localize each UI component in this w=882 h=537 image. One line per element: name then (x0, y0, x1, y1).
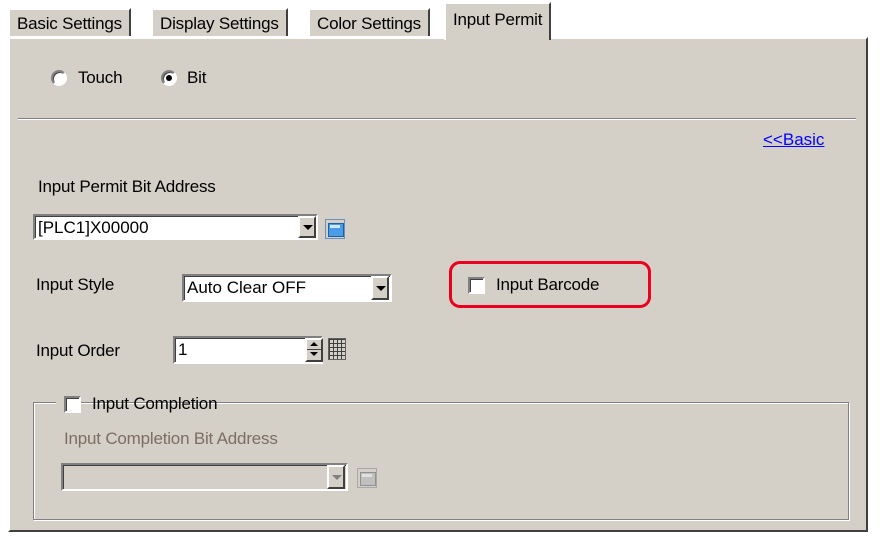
bit-radio-label: Bit (187, 68, 207, 87)
input-barcode-checkbox[interactable] (468, 277, 485, 294)
chevron-down-icon (376, 286, 386, 291)
input-order-spinner[interactable] (305, 338, 323, 362)
separator-highlight (18, 119, 856, 120)
touch-radio-label: Touch (78, 68, 123, 87)
completion-bit-address-label: Input Completion Bit Address (64, 429, 278, 448)
tab-display-settings[interactable]: Display Settings (151, 8, 288, 36)
radio-selected-dot (166, 75, 172, 81)
completion-bit-address-field (61, 463, 348, 491)
input-completion-legend: Input Completion (56, 392, 218, 416)
completion-address-keypad-icon (357, 468, 377, 488)
permit-bit-address-label: Input Permit Bit Address (38, 177, 216, 196)
input-completion-checkbox[interactable] (64, 396, 81, 413)
tab-color-settings[interactable]: Color Settings (308, 8, 430, 36)
permit-bit-address-dropdown[interactable] (298, 216, 316, 238)
basic-link[interactable]: <<Basic (763, 130, 824, 150)
spin-down-icon (310, 352, 318, 356)
touch-radio[interactable] (51, 70, 67, 86)
input-completion-group (33, 402, 849, 520)
tab-basic-settings[interactable]: Basic Settings (8, 8, 131, 36)
input-order-field[interactable]: 1 (173, 336, 323, 364)
chevron-down-icon (332, 475, 342, 480)
input-style-dropdown[interactable] (371, 276, 389, 300)
permit-bit-address-field[interactable]: [PLC1]X00000 (33, 214, 318, 240)
input-completion-label: Input Completion (92, 394, 218, 413)
tab-input-permit[interactable]: Input Permit (444, 2, 552, 40)
bit-radio[interactable] (161, 70, 177, 86)
input-style-select[interactable]: Auto Clear OFF (182, 274, 392, 302)
input-order-label: Input Order (36, 341, 120, 360)
keypad-icon[interactable] (328, 338, 346, 360)
chevron-down-icon (303, 225, 313, 230)
spin-up-icon (310, 342, 318, 346)
input-style-label: Input Style (36, 275, 115, 294)
input-barcode-label: Input Barcode (496, 275, 600, 294)
completion-bit-address-dropdown (327, 465, 345, 489)
address-keypad-icon[interactable] (325, 219, 345, 239)
